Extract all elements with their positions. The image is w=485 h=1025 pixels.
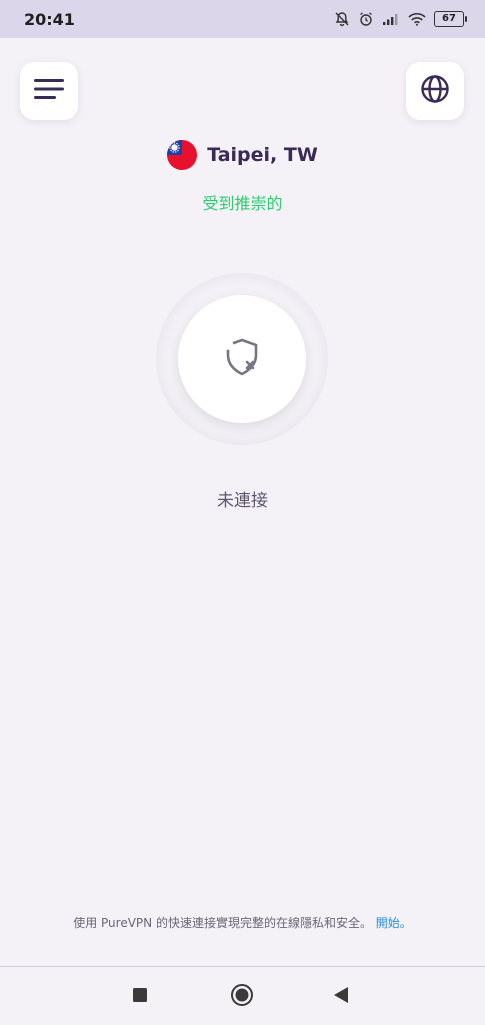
selected-location[interactable]: Taipei, TW xyxy=(0,140,485,170)
alarm-icon xyxy=(358,11,374,27)
footer-note: 使用 PureVPN 的快速連接實現完整的在線隱私和安全。 開始。 xyxy=(0,914,485,931)
system-nav-bar xyxy=(0,966,485,1025)
footer-text: 使用 PureVPN 的快速連接實現完整的在線隱私和安全。 xyxy=(73,916,372,930)
connect-button[interactable] xyxy=(178,295,306,423)
recommended-tag: 受到推崇的 xyxy=(202,194,283,213)
shield-x-icon xyxy=(222,337,262,381)
location-name: Taipei, TW xyxy=(207,144,318,166)
taiwan-flag-icon xyxy=(167,140,198,170)
home-button[interactable] xyxy=(230,983,254,1007)
hamburger-menu-icon xyxy=(34,78,64,104)
wifi-icon xyxy=(408,12,426,26)
battery-level: 67 xyxy=(434,11,464,27)
signal-icon xyxy=(382,12,400,26)
mute-bell-icon xyxy=(334,11,350,27)
battery-icon: 67 xyxy=(434,11,467,27)
server-list-button[interactable] xyxy=(406,62,464,120)
connection-status: 未連接 xyxy=(217,491,268,511)
get-started-link[interactable]: 開始。 xyxy=(376,916,412,930)
status-time: 20:41 xyxy=(24,9,75,29)
menu-button[interactable] xyxy=(20,62,78,120)
status-icons: 67 xyxy=(334,11,467,27)
connect-button-ring xyxy=(156,273,328,445)
status-bar: 20:41 67 xyxy=(0,0,485,38)
back-button[interactable] xyxy=(333,986,349,1004)
globe-icon xyxy=(420,74,450,108)
recents-button[interactable] xyxy=(132,987,148,1003)
